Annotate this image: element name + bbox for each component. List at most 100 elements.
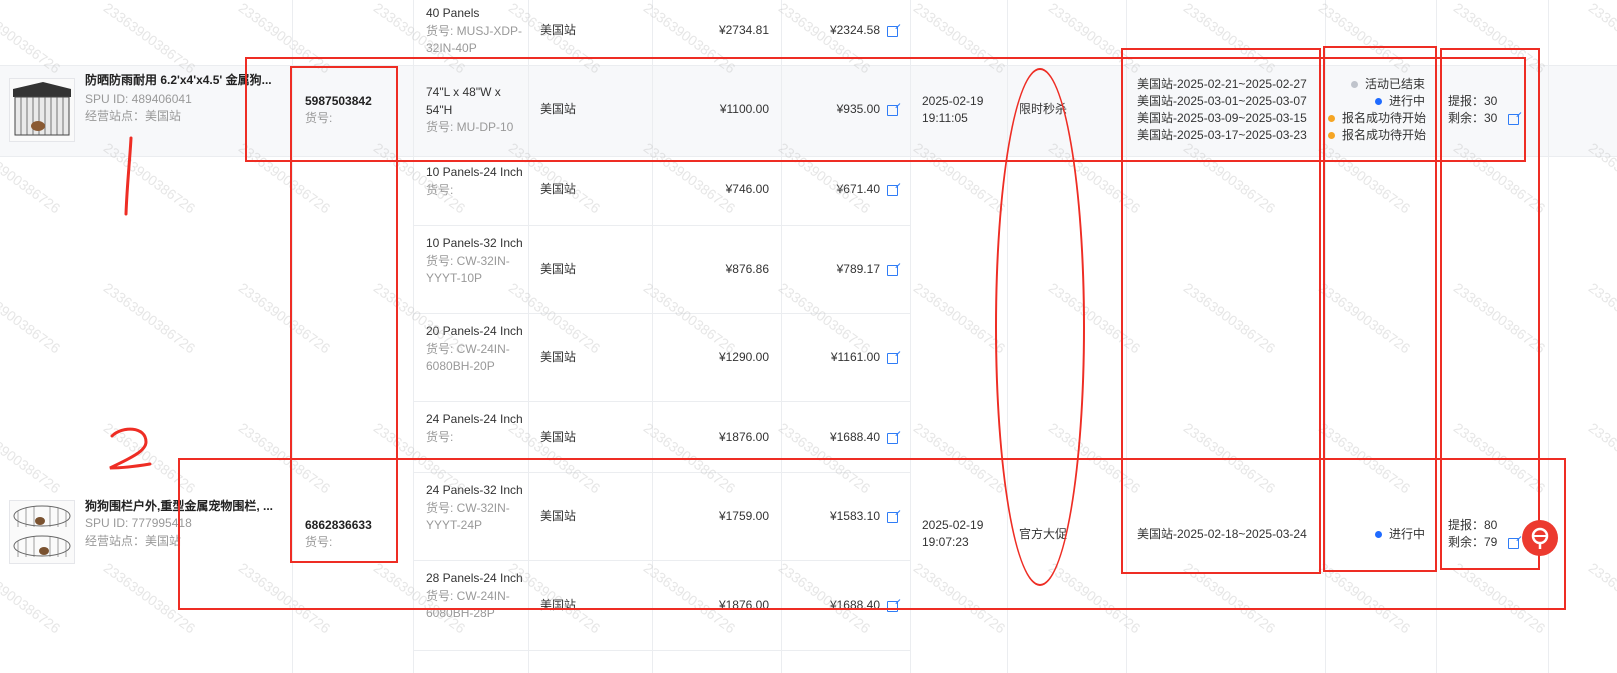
activity-price: ¥1583.10 bbox=[829, 509, 880, 523]
edit-icon[interactable] bbox=[887, 512, 898, 523]
handwritten-marks bbox=[109, 136, 152, 470]
watermark-text: 23363900386726 bbox=[910, 279, 1009, 357]
product-site: 经营站点：美国站 bbox=[85, 534, 182, 548]
activity-period: 美国站-2025-03-01~2025-03-07 bbox=[1137, 94, 1307, 108]
watermark-text: 23363900386726 bbox=[1180, 419, 1279, 497]
watermark-text: 23363900386726 bbox=[1315, 419, 1414, 497]
watermark-text: 23363900386726 bbox=[910, 419, 1009, 497]
watermark-text: 23363900386726 bbox=[1450, 559, 1549, 637]
activity-status: 进行中 bbox=[1389, 94, 1426, 108]
edit-icon[interactable] bbox=[887, 26, 898, 37]
row-site: 美国站 bbox=[540, 430, 577, 444]
reported-stock: 提报：80 bbox=[1448, 518, 1498, 532]
product-spu-id: SPU ID: 489406041 bbox=[85, 92, 192, 106]
row-site: 美国站 bbox=[540, 102, 577, 116]
product-title[interactable]: 狗狗围栏户外,重型金属宠物围栏, ... bbox=[85, 498, 273, 515]
edit-icon[interactable] bbox=[887, 265, 898, 276]
watermark-text: 23363900386726 bbox=[0, 559, 64, 637]
sku-spec: 20 Panels-24 Inch 货号: CW-24IN-6080BH-20P bbox=[426, 324, 523, 373]
skc-id: 6862836633 bbox=[305, 518, 372, 532]
activity-price: ¥1161.00 bbox=[830, 350, 880, 364]
edit-icon[interactable] bbox=[887, 105, 898, 116]
watermark-text: 23363900386726 bbox=[775, 279, 874, 357]
activity-status: 进行中 bbox=[1389, 527, 1426, 541]
watermark-text: 23363900386726 bbox=[1045, 419, 1144, 497]
sku-spec: 74"L x 48"W x 54"H 货号: MU-DP-10 bbox=[426, 85, 514, 134]
watermark-text: 23363900386726 bbox=[100, 559, 199, 637]
sku-spec: 28 Panels-24 Inch 货号: CW-24IN-6080BH-28P bbox=[426, 571, 523, 620]
reported-stock: 提报：30 bbox=[1448, 94, 1498, 108]
activity-period: 美国站-2025-02-21~2025-02-27 bbox=[1137, 77, 1307, 91]
status-dot bbox=[1375, 98, 1382, 105]
watermark-text: 23363900386726 bbox=[1180, 279, 1279, 357]
activity-status: 活动已结束 bbox=[1365, 77, 1426, 91]
product-thumbnail-fence[interactable] bbox=[9, 500, 75, 564]
watermark-text: 23363900386726 bbox=[1180, 559, 1279, 637]
annotation-box-row2 bbox=[178, 458, 1566, 610]
activity-type: 官方大促 bbox=[1019, 527, 1068, 541]
created-time: 2025-02-19 19:11:05 bbox=[922, 94, 984, 125]
status-dot bbox=[1328, 115, 1335, 122]
status-dot bbox=[1375, 531, 1382, 538]
activity-period: 美国站-2025-02-18~2025-03-24 bbox=[1137, 527, 1307, 541]
activity-type: 限时秒杀 bbox=[1019, 102, 1068, 116]
watermark-text: 23363900386726 bbox=[1585, 279, 1617, 357]
daily-price: ¥876.86 bbox=[725, 262, 769, 276]
daily-price: ¥1759.00 bbox=[718, 509, 769, 523]
activity-price: ¥789.17 bbox=[836, 262, 880, 276]
daily-price: ¥746.00 bbox=[725, 182, 769, 196]
row-site: 美国站 bbox=[540, 509, 577, 523]
edit-stock-icon[interactable] bbox=[1508, 538, 1519, 549]
daily-price: ¥1290.00 bbox=[718, 350, 769, 364]
product-site: 经营站点：美国站 bbox=[85, 109, 182, 123]
sku-spec: 40 Panels 货号: MUSJ-XDP-32IN-40P bbox=[426, 6, 523, 55]
watermark-text: 23363900386726 bbox=[1450, 419, 1549, 497]
dog-fence-panels-image bbox=[13, 505, 71, 557]
watermark-text: 23363900386726 bbox=[1450, 279, 1549, 357]
activity-status: 报名成功待开始 bbox=[1342, 111, 1427, 125]
activity-price: ¥935.00 bbox=[836, 102, 880, 116]
sku-spec: 24 Panels-32 Inch 货号: CW-32IN-YYYT-24P bbox=[426, 483, 523, 532]
watermark-text: 23363900386726 bbox=[235, 419, 334, 497]
daily-price: ¥1876.00 bbox=[718, 598, 769, 612]
sku-spec: 10 Panels-24 Inch 货号: bbox=[426, 165, 523, 197]
watermark-text: 23363900386726 bbox=[235, 559, 334, 637]
sku-spec: 10 Panels-32 Inch 货号: CW-32IN-YYYT-10P bbox=[426, 236, 523, 285]
product-thumbnail-kennel[interactable] bbox=[9, 78, 75, 142]
activity-status: 报名成功待开始 bbox=[1342, 128, 1427, 142]
row-site: 美国站 bbox=[540, 23, 577, 37]
row-site: 美国站 bbox=[540, 182, 577, 196]
daily-price: ¥1876.00 bbox=[718, 430, 769, 444]
row-site: 美国站 bbox=[540, 262, 577, 276]
edit-icon[interactable] bbox=[887, 433, 898, 444]
activity-price: ¥1688.40 bbox=[829, 430, 880, 444]
watermark-text: 23363900386726 bbox=[910, 559, 1009, 637]
product-title[interactable]: 防晒防雨耐用 6.2'x4'x4.5' 金属狗... bbox=[85, 72, 272, 89]
edit-stock-icon[interactable] bbox=[1508, 114, 1519, 125]
watermark-text: 23363900386726 bbox=[0, 279, 64, 357]
product-spu-id: SPU ID: 777995418 bbox=[85, 516, 192, 530]
skc-code: 货号: bbox=[305, 535, 333, 549]
created-time: 2025-02-19 19:07:23 bbox=[922, 518, 984, 549]
watermark-text: 23363900386726 bbox=[1585, 419, 1617, 497]
edit-icon[interactable] bbox=[887, 185, 898, 196]
daily-price: ¥1100.00 bbox=[719, 102, 769, 116]
status-dot bbox=[1351, 81, 1358, 88]
help-button[interactable] bbox=[1522, 520, 1558, 556]
sku-spec: 24 Panels-24 Inch 货号: bbox=[426, 412, 523, 444]
activity-period: 美国站-2025-03-17~2025-03-23 bbox=[1137, 128, 1307, 142]
watermark-text: 23363900386726 bbox=[0, 419, 64, 497]
activity-price: ¥1688.40 bbox=[829, 598, 880, 612]
row-site: 美国站 bbox=[540, 350, 577, 364]
watermark-text: 23363900386726 bbox=[235, 279, 334, 357]
watermark-text: 23363900386726 bbox=[1585, 559, 1617, 637]
row-site: 美国站 bbox=[540, 598, 577, 612]
watermark-text: 23363900386726 bbox=[640, 279, 739, 357]
activity-price: ¥2324.58 bbox=[829, 23, 880, 37]
edit-icon[interactable] bbox=[887, 353, 898, 364]
watermark-text: 23363900386726 bbox=[1315, 279, 1414, 357]
remaining-stock: 剩余：30 bbox=[1448, 111, 1498, 125]
edit-icon[interactable] bbox=[887, 601, 898, 612]
dog-kennel-roof-image bbox=[13, 82, 71, 136]
watermark-text: 23363900386726 bbox=[1315, 559, 1414, 637]
